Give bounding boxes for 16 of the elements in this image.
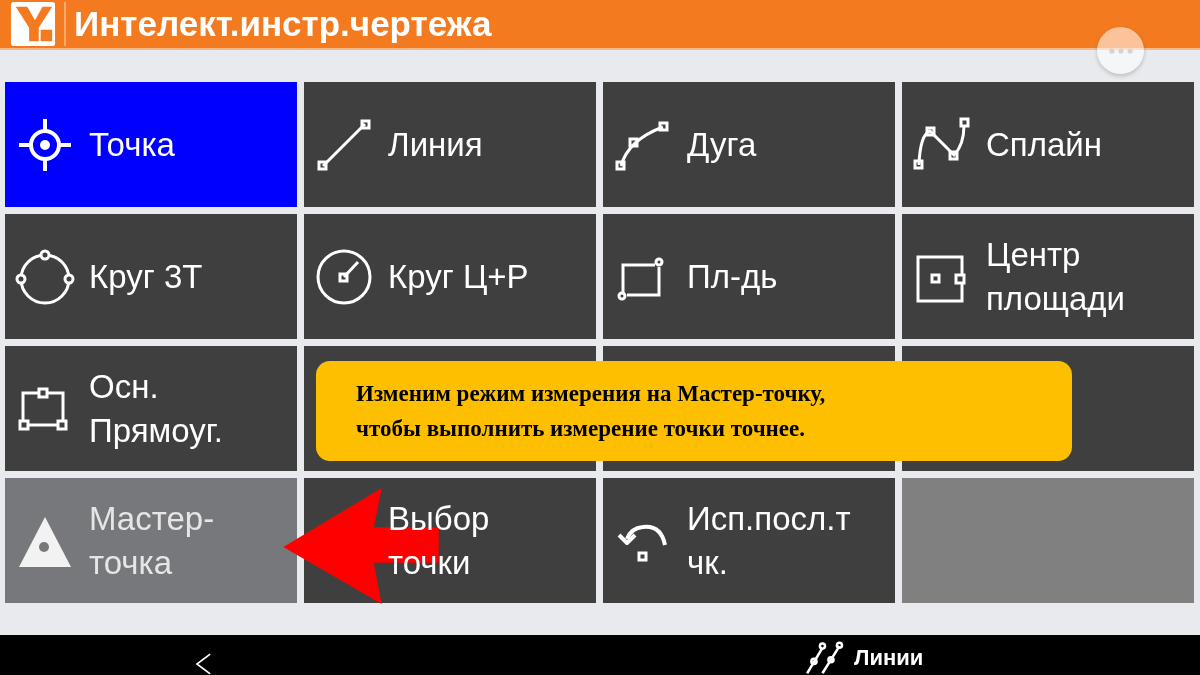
hint-text: Изменим режим измерения на Мастер-точку, xyxy=(356,380,826,408)
screen-title: Интелект.инстр.чертежа xyxy=(74,4,492,44)
tool-button[interactable]: Круг Ц+Р xyxy=(304,214,596,339)
tool-button[interactable]: Центр площади xyxy=(902,214,1194,339)
tool-button[interactable]: Сплайн xyxy=(902,82,1194,207)
tool-button[interactable]: Исп.посл.т чк. xyxy=(603,478,895,603)
more-icon xyxy=(1107,46,1134,55)
tool-button[interactable]: Дуга xyxy=(603,82,895,207)
tool-button[interactable]: Круг 3Т xyxy=(5,214,297,339)
lines-tab[interactable]: Линии xyxy=(800,641,924,675)
more-button[interactable] xyxy=(1097,27,1144,74)
tool-button[interactable]: Точка xyxy=(5,82,297,207)
tool-button[interactable]: Линия xyxy=(304,82,596,207)
tool-button[interactable]: Осн. Прямоуг. xyxy=(5,346,297,471)
hint-text: чтобы выполнить измерение точки точнее. xyxy=(356,415,806,443)
tool-button[interactable]: Пл-дь xyxy=(603,214,895,339)
